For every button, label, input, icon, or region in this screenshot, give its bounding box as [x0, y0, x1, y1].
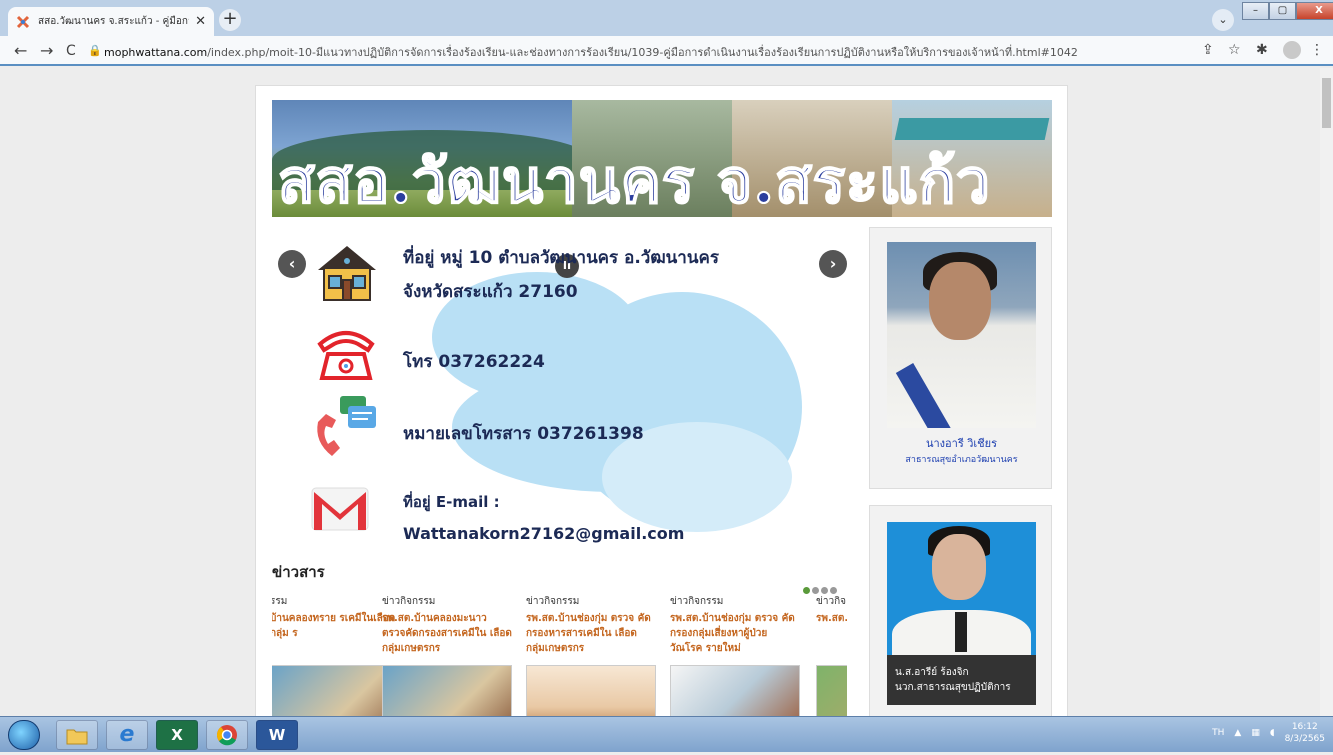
- forward-button[interactable]: →: [40, 41, 53, 60]
- director-card: นางอารี วิเชียร สาธารณสุขอำเภอวัฒนานคร: [869, 227, 1052, 489]
- news-heading: ข่าวสาร: [272, 563, 325, 581]
- clock-date: 8/3/2565: [1284, 734, 1325, 744]
- network-icon[interactable]: ▦: [1251, 728, 1260, 738]
- staff-caption: น.ส.อารีย์ ร้องจิก นวก.สาธารณสุขปฏิบัติก…: [887, 655, 1036, 705]
- address-line2: จังหวัดสระแก้ว 27160: [403, 282, 578, 302]
- house-icon: [318, 246, 376, 301]
- reload-button[interactable]: C: [66, 43, 76, 59]
- photo-face: [932, 534, 986, 600]
- chrome-taskbar-icon[interactable]: [206, 720, 248, 750]
- news-title[interactable]: รพ.สต.บ้านคลองมะนาว ตรวจคัดกรองสารเคมีใน…: [382, 611, 512, 659]
- fax-number: หมายเลขโทรสาร 037261398: [403, 424, 644, 444]
- staff-name: น.ส.อารีย์ ร้องจิก: [895, 667, 969, 678]
- bookmark-star-icon[interactable]: ☆: [1228, 42, 1241, 58]
- start-button[interactable]: [8, 720, 40, 750]
- news-item[interactable]: ข่าวกิจ รพ.สต. ตรวจคัด ผู้ป่วยวั: [816, 594, 847, 724]
- minimize-button[interactable]: –: [1242, 2, 1269, 20]
- clock-time: 16:12: [1291, 722, 1318, 732]
- news-title[interactable]: รพ.สต.บ้านช่องกุ่ม ตรวจ คัดกรองหารสารเคม…: [526, 611, 656, 659]
- url-path: /index.php/moit-10-มีแนวทางปฏิบัติการจัด…: [207, 46, 1078, 59]
- new-tab-button[interactable]: +: [219, 9, 241, 31]
- window-controls: – ▢ X: [1242, 2, 1333, 20]
- extensions-icon[interactable]: ✱: [1256, 42, 1268, 58]
- news-category: รรม: [272, 596, 288, 607]
- news-item[interactable]: รรม บ้านคลองทราย รเคมีในเลือดกลุ่ม ร: [272, 594, 400, 724]
- director-name: นางอารี วิเชียร: [925, 437, 997, 450]
- maximize-button[interactable]: ▢: [1269, 2, 1296, 20]
- contact-slider: ‹ › II ที่อยู่ หมู่ 10 ตำบลวัฒนานคร อ.วั…: [272, 232, 847, 552]
- banner-title: สสอ.วัฒนานคร จ.สระแก้ว: [277, 146, 991, 217]
- url-host: mophwattana.com: [104, 46, 208, 59]
- language-indicator[interactable]: TH: [1212, 728, 1224, 738]
- news-pager-dot[interactable]: [812, 587, 819, 594]
- news-category: ข่าวกิจกรรม: [526, 596, 580, 607]
- news-item[interactable]: ข่าวกิจกรรม รพ.สต.บ้านช่องกุ่ม ตรวจ คัดก…: [526, 594, 656, 724]
- close-window-button[interactable]: X: [1296, 2, 1333, 20]
- photo-face: [929, 262, 991, 340]
- staff-photo: [887, 522, 1036, 655]
- photo-sash: [895, 363, 959, 428]
- tab-search-button[interactable]: ⌄: [1212, 9, 1234, 31]
- news-pager-dot[interactable]: [803, 587, 810, 594]
- address-line1: ที่อยู่ หมู่ 10 ตำบลวัฒนานคร อ.วัฒนานคร: [403, 248, 719, 268]
- site-favicon-icon: [16, 15, 30, 28]
- fax-chat-icon: [317, 396, 376, 456]
- back-button[interactable]: ←: [14, 41, 27, 60]
- browser-toolbar: ← → C 🔒 mophwattana.com/index.php/moit-1…: [0, 36, 1333, 66]
- lock-icon[interactable]: 🔒: [88, 44, 102, 57]
- news-pager: [803, 587, 837, 594]
- staff-card: น.ส.อารีย์ ร้องจิก นวก.สาธารณสุขปฏิบัติก…: [869, 505, 1052, 724]
- phone-number: โทร 037262224: [403, 352, 545, 372]
- news-title[interactable]: บ้านคลองทราย รเคมีในเลือดกลุ่ม ร: [272, 611, 400, 659]
- profile-avatar[interactable]: [1283, 41, 1301, 59]
- show-hidden-icons-icon[interactable]: ▲: [1234, 728, 1241, 738]
- page-scrollbar[interactable]: [1320, 68, 1333, 716]
- volume-icon[interactable]: ◖: [1270, 728, 1275, 738]
- director-role: สาธารณสุขอำเภอวัฒนานคร: [905, 455, 1018, 465]
- site-banner: สสอ.วัฒนานคร จ.สระแก้ว: [272, 100, 1052, 217]
- ie-taskbar-icon[interactable]: e: [106, 720, 148, 750]
- news-category: ข่าวกิจกรรม: [670, 596, 724, 607]
- windows-taskbar: e X W TH ▲ ▦ ◖ 16:12 8/3/2565: [0, 716, 1333, 752]
- slider-next-button[interactable]: ›: [819, 250, 847, 278]
- page-container: สสอ.วัฒนานคร จ.สระแก้ว ‹ › II ที่อยู่ หม…: [255, 85, 1068, 725]
- tab-title: สสอ.วัฒนานคร จ.สระแก้ว - คู่มือการ: [38, 16, 190, 27]
- system-tray: TH ▲ ▦ ◖ 16:12 8/3/2565: [1212, 721, 1325, 745]
- photo-tie: [955, 612, 967, 652]
- scrollbar-thumb[interactable]: [1322, 78, 1331, 128]
- news-item[interactable]: ข่าวกิจกรรม รพ.สต.บ้านคลองมะนาว ตรวจคัดก…: [382, 594, 512, 724]
- news-item[interactable]: ข่าวกิจกรรม รพ.สต.บ้านช่องกุ่ม ตรวจ คัดก…: [670, 594, 800, 724]
- tab-close-icon[interactable]: ✕: [195, 14, 206, 29]
- clock[interactable]: 16:12 8/3/2565: [1285, 721, 1325, 745]
- email-label: ที่อยู่ E-mail :: [403, 493, 500, 511]
- email-address[interactable]: Wattanakorn27162@gmail.com: [403, 524, 684, 543]
- slider-prev-button[interactable]: ‹: [278, 250, 306, 278]
- news-title[interactable]: รพ.สต. ตรวจคัด ผู้ป่วยวั: [816, 611, 847, 659]
- word-taskbar-icon[interactable]: W: [256, 720, 298, 750]
- phone-icon: [317, 331, 375, 380]
- news-pager-dot[interactable]: [821, 587, 828, 594]
- news-title[interactable]: รพ.สต.บ้านช่องกุ่ม ตรวจ คัดกรองกลุ่มเสี่…: [670, 611, 800, 659]
- mail-icon: [311, 487, 369, 531]
- excel-taskbar-icon[interactable]: X: [156, 720, 198, 750]
- explorer-taskbar-icon[interactable]: [56, 720, 98, 750]
- share-icon[interactable]: ⇪: [1202, 42, 1214, 58]
- news-pager-dot[interactable]: [830, 587, 837, 594]
- chrome-icon: [217, 725, 237, 746]
- browser-titlebar: สสอ.วัฒนานคร จ.สระแก้ว - คู่มือการ ✕ + ⌄…: [0, 0, 1333, 36]
- browser-tab[interactable]: สสอ.วัฒนานคร จ.สระแก้ว - คู่มือการ ✕: [8, 7, 214, 36]
- news-category: ข่าวกิจกรรม: [382, 596, 436, 607]
- news-category: ข่าวกิจ: [816, 596, 846, 607]
- staff-role: นวก.สาธารณสุขปฏิบัติการ: [895, 682, 1011, 693]
- director-photo: [887, 242, 1036, 428]
- address-bar[interactable]: mophwattana.com/index.php/moit-10-มีแนวท…: [104, 43, 1078, 61]
- news-carousel: รรม บ้านคลองทราย รเคมีในเลือดกลุ่ม ร ข่า…: [272, 594, 847, 724]
- menu-icon[interactable]: ⋮: [1310, 42, 1324, 58]
- folder-icon: [66, 729, 88, 745]
